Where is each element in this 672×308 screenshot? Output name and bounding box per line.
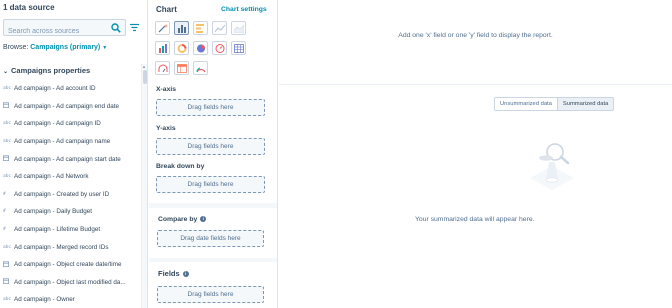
property-list-item[interactable]: Ad campaign - Ad campaign end date xyxy=(0,98,140,116)
text-type-icon: abc xyxy=(3,139,12,145)
report-preview: Add one 'x' field or one 'y' field to di… xyxy=(279,0,672,85)
gauge-icon[interactable] xyxy=(212,41,227,55)
y-axis-label: Y-axis xyxy=(156,125,176,132)
scroll-up-icon[interactable]: ▲ xyxy=(142,64,146,69)
property-label: Ad campaign - Ad campaign ID xyxy=(14,120,101,128)
scrollbar-thumb[interactable] xyxy=(143,70,147,84)
property-label: Ad campaign - Object create date/time xyxy=(14,261,122,269)
unsummarized-data-button[interactable]: Unsummarized data xyxy=(495,98,557,110)
property-list-item[interactable]: abc Ad campaign - Ad campaign name xyxy=(0,133,140,151)
compare-dropzone[interactable]: Drag date fields here xyxy=(157,230,264,247)
stacked-column-icon[interactable] xyxy=(155,41,170,55)
property-label: Ad campaign - Ad campaign end date xyxy=(14,102,120,110)
magic-wand-icon[interactable] xyxy=(155,21,170,35)
property-list-item[interactable]: abc Ad campaign - Owner xyxy=(0,291,140,308)
text-type-icon: abc xyxy=(3,86,12,92)
property-label: Ad campaign - Owner xyxy=(14,296,75,304)
data-source-panel: 1 data source Browse: Campaigns (primary… xyxy=(0,0,148,308)
summary-message: Your summarized data will appear here. xyxy=(415,216,535,223)
summarized-data-button[interactable]: Summarized data xyxy=(556,98,614,110)
property-list-item[interactable]: # Ad campaign - Created by user ID xyxy=(0,186,140,204)
line-chart-icon[interactable] xyxy=(212,21,227,35)
text-type-icon: abc xyxy=(3,244,12,250)
chart-config-panel: Chart Chart settings X-axis Drag fields … xyxy=(149,0,278,308)
compare-card: Compare by i Drag date fields here xyxy=(149,208,277,258)
pie-chart-icon[interactable] xyxy=(193,41,208,55)
pivot-table-icon[interactable] xyxy=(174,61,189,75)
property-list-item[interactable]: abc Ad campaign - Merged record IDs xyxy=(0,238,140,256)
search-input[interactable] xyxy=(4,24,104,39)
number-type-icon: # xyxy=(3,191,6,197)
bar-chart-icon[interactable] xyxy=(193,21,208,35)
calendar-type-icon xyxy=(0,261,12,269)
property-label: Ad campaign - Created by user ID xyxy=(14,190,110,198)
calendar-type-icon xyxy=(0,102,12,110)
info-icon[interactable]: i xyxy=(200,216,207,223)
chart-title: Chart xyxy=(156,5,177,14)
calendar-type-icon xyxy=(0,278,12,286)
properties-section-header[interactable]: ⌄ Campaigns properties xyxy=(3,66,90,75)
breakdown-label: Break down by xyxy=(156,163,205,170)
search-icon[interactable] xyxy=(111,23,121,33)
browse-value: Campaigns (primary) xyxy=(30,44,101,51)
number-type-icon: # xyxy=(3,227,6,233)
compare-by-label: Compare by xyxy=(158,216,198,223)
property-label: Ad campaign - Object last modified da... xyxy=(14,278,126,286)
x-axis-label: X-axis xyxy=(156,86,177,93)
browse-dropdown[interactable]: Campaigns (primary) ▼ xyxy=(30,44,107,51)
donut-chart-icon[interactable] xyxy=(174,41,189,55)
property-list-item[interactable]: # Ad campaign - Daily Budget xyxy=(0,203,140,221)
compare-by-row: Compare by i xyxy=(158,216,207,223)
area-chart-icon[interactable] xyxy=(231,21,246,35)
property-list: abc Ad campaign - Ad account ID Ad campaig… xyxy=(0,80,140,308)
scrollbar[interactable]: ▲ xyxy=(141,64,147,308)
property-label: Ad campaign - Ad Network xyxy=(14,173,89,181)
chevron-down-icon: ⌄ xyxy=(3,69,9,75)
property-list-item[interactable]: abc Ad campaign - Ad Network xyxy=(0,168,140,186)
fields-label: Fields xyxy=(158,269,180,278)
property-label: Ad campaign - Lifetime Budget xyxy=(14,226,101,234)
property-label: Ad campaign - Ad campaign name xyxy=(14,138,111,146)
fields-dropzone[interactable]: Drag fields here xyxy=(157,286,264,303)
section-title: Campaigns properties xyxy=(11,66,91,75)
chart-card: Chart Chart settings X-axis Drag fields … xyxy=(149,0,277,203)
data-source-title: 1 data source xyxy=(3,3,55,12)
y-axis-dropzone[interactable]: Drag fields here xyxy=(156,138,265,155)
property-label: Ad campaign - Daily Budget xyxy=(14,208,93,216)
browse-label: Browse: xyxy=(3,44,29,51)
property-list-item[interactable]: Ad campaign - Object last modified da... xyxy=(0,274,140,292)
property-list-item[interactable]: Ad campaign - Object create date/time xyxy=(0,256,140,274)
text-type-icon: abc xyxy=(3,174,12,180)
fields-row: Fields i xyxy=(158,269,189,278)
property-label: Ad campaign - Ad account ID xyxy=(14,85,96,93)
calendar-type-icon xyxy=(0,155,12,163)
table-icon[interactable] xyxy=(231,41,246,55)
property-list-item[interactable]: abc Ad campaign - Ad account ID xyxy=(0,80,140,98)
info-icon[interactable]: i xyxy=(182,271,189,278)
empty-report-message: Add one 'x' field or one 'y' field to di… xyxy=(398,32,553,39)
data-view-toggle: Unsummarized data Summarized data xyxy=(494,97,615,111)
magnifier-illustration-icon xyxy=(530,143,574,190)
column-chart-icon[interactable] xyxy=(174,21,189,35)
property-list-item[interactable]: abc Ad campaign - Ad campaign ID xyxy=(0,115,140,133)
filter-icon[interactable] xyxy=(130,23,139,32)
search-box[interactable] xyxy=(3,19,126,39)
kpi-icon[interactable] xyxy=(155,61,170,75)
combo-chart-icon[interactable] xyxy=(193,61,208,75)
browse-row: Browse: Campaigns (primary) ▼ xyxy=(3,44,107,51)
x-axis-dropzone[interactable]: Drag fields here xyxy=(156,99,265,116)
property-list-item[interactable]: Ad campaign - Ad campaign start date xyxy=(0,150,140,168)
chart-settings-link[interactable]: Chart settings xyxy=(221,6,267,13)
property-label: Ad campaign - Merged record IDs xyxy=(14,243,109,251)
number-type-icon: # xyxy=(3,209,6,215)
text-type-icon: abc xyxy=(3,121,12,127)
fields-card: Fields i Drag fields here xyxy=(149,262,277,308)
property-list-item[interactable]: # Ad campaign - Lifetime Budget xyxy=(0,221,140,239)
property-label: Ad campaign - Ad campaign start date xyxy=(14,155,121,163)
text-type-icon: abc xyxy=(3,297,12,303)
report-area: Add one 'x' field or one 'y' field to di… xyxy=(279,0,672,308)
caret-down-icon: ▼ xyxy=(102,45,108,51)
breakdown-dropzone[interactable]: Drag fields here xyxy=(156,176,265,193)
